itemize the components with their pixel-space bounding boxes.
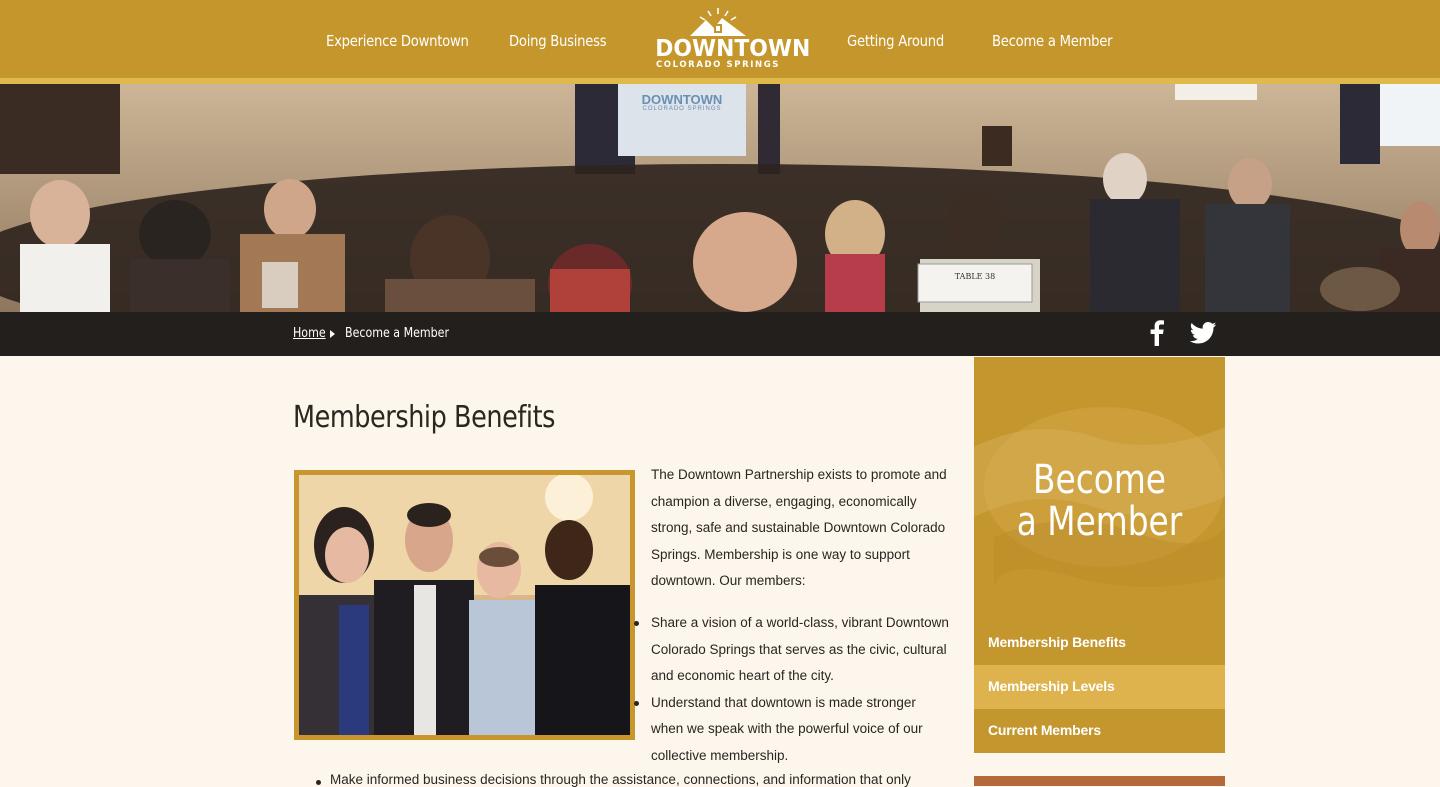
hero-screen-subtext: COLORADO SPRINGS	[642, 106, 722, 112]
sidebar-item-membership-levels[interactable]: Membership Levels	[974, 665, 1225, 709]
breadcrumb-home-link[interactable]: Home	[293, 326, 326, 341]
nav-become-a-member[interactable]: Become a Member	[992, 32, 1113, 50]
table-number-card: TABLE 38	[954, 272, 996, 281]
hero-screen-text: DOWNTOWN	[641, 92, 723, 107]
logo-subtitle: COLORADO SPRINGS	[655, 60, 781, 70]
twitter-icon[interactable]	[1189, 322, 1217, 349]
page-title: Membership Benefits	[293, 400, 556, 435]
nav-getting-around[interactable]: Getting Around	[847, 32, 944, 50]
logo-mountain-icon	[690, 8, 746, 36]
facebook-icon[interactable]	[1150, 320, 1164, 351]
breadcrumb-arrow-icon	[330, 330, 335, 338]
nav-doing-business[interactable]: Doing Business	[509, 32, 607, 50]
breadcrumb-current: Become a Member	[345, 326, 450, 341]
sidebar-title-line-1: Become	[1033, 457, 1166, 503]
logo-wordmark: DOWNTOWN	[655, 36, 811, 62]
list-item: Share a vision of a world-class, vibrant…	[634, 610, 951, 690]
sidebar-title-line-2: a Member	[1016, 499, 1183, 545]
become-member-banner[interactable]: Become a Member	[974, 357, 1225, 621]
list-item: Make informed business decisions through…	[316, 772, 911, 787]
sidebar-item-current-members[interactable]: Current Members	[974, 709, 1225, 753]
sidebar-next-banner	[974, 776, 1225, 786]
breadcrumb-bar: Home Become a Member	[0, 312, 1440, 356]
hero-banquet-photo: DOWNTOWN COLORADO SPRINGS TABLE 38	[0, 84, 1440, 312]
sidebar-title: Become a Member	[997, 459, 1203, 543]
members-group-photo	[294, 470, 635, 740]
benefits-list: Share a vision of a world-class, vibrant…	[634, 610, 951, 770]
intro-paragraph: The Downtown Partnership exists to promo…	[651, 467, 947, 589]
site-logo[interactable]: DOWNTOWN COLORADO SPRINGS	[652, 6, 811, 74]
nav-experience-downtown[interactable]: Experience Downtown	[326, 32, 469, 50]
top-navigation: Experience Downtown Doing Business DOWNT…	[0, 0, 1440, 84]
sidebar-item-membership-benefits[interactable]: Membership Benefits	[974, 621, 1225, 665]
list-item: Understand that downtown is made stronge…	[634, 690, 951, 770]
